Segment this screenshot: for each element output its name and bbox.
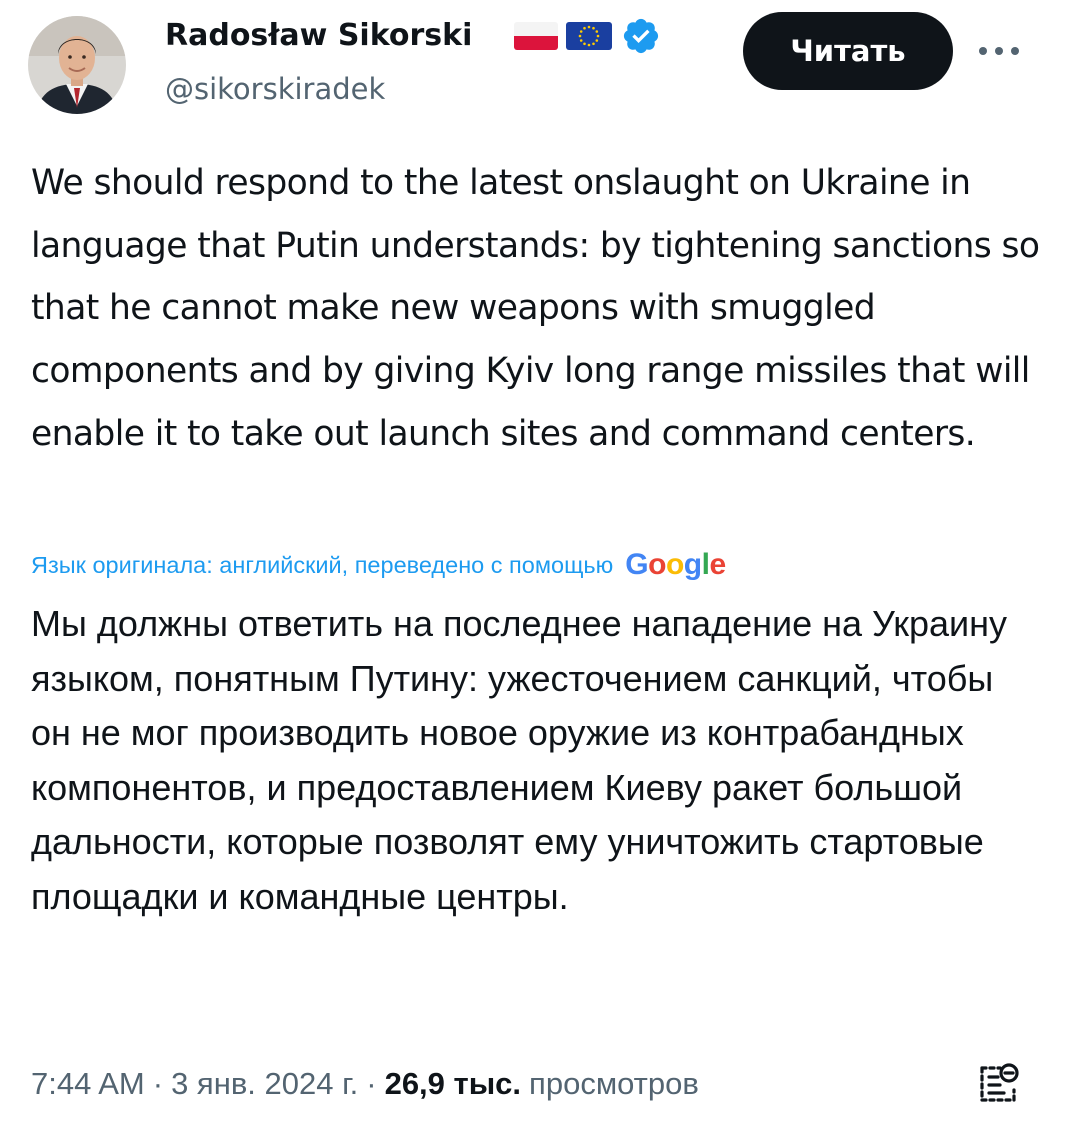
google-logo: Google [625,548,726,581]
flag-poland-icon [514,22,558,50]
tweet-time[interactable]: 7:44 AM [31,1066,145,1102]
translated-tweet-text: Мы должны ответить на последнее нападени… [31,603,1008,917]
verified-badge-icon[interactable] [621,16,661,56]
more-dots-icon [979,47,1019,55]
display-name[interactable]: Radosław Sikorski [165,16,472,56]
more-options-button[interactable] [972,36,1026,66]
tweet-date[interactable]: 3 янв. 2024 г. [171,1066,358,1102]
tweet-meta: 7:44 AM · 3 янв. 2024 г. · 26,9 тыс. про… [31,1060,699,1108]
post-summary-button[interactable] [970,1058,1026,1110]
post-summary-icon [980,1063,1019,1102]
meta-separator: · [366,1066,377,1101]
meta-separator: · [152,1066,164,1101]
views-count: 26,9 тыс. [384,1066,522,1101]
user-handle[interactable]: @sikorskiradek [165,70,385,108]
translation-note[interactable]: Язык оригинала: английский, переведено с… [31,545,726,585]
avatar[interactable] [28,16,126,114]
tweet-text: We should respond to the latest onslaugh… [31,163,1040,454]
flag-eu-icon [566,22,612,50]
profile-photo-icon [28,16,126,114]
follow-button[interactable]: Читать [743,12,953,90]
translation-note-text: Язык оригинала: английский, переведено с… [31,551,614,578]
views-label: просмотров [529,1066,699,1101]
